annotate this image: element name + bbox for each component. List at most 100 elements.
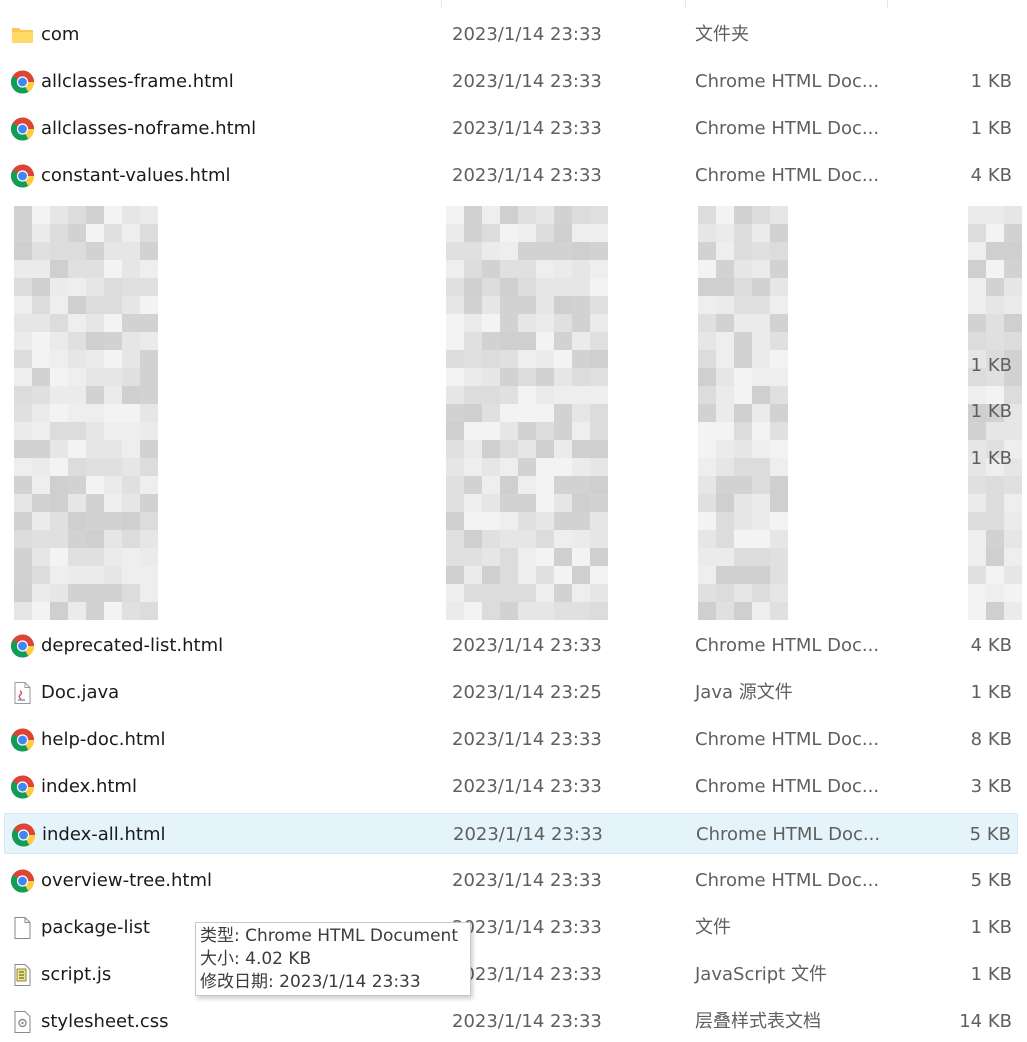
file-row[interactable]: allclasses-noframe.html 2023/1/14 23:33 Ch…	[4, 108, 1018, 149]
file-name: overview-tree.html	[41, 870, 213, 891]
blur-pixel	[986, 206, 1004, 224]
blur-pixel	[446, 512, 464, 530]
blur-pixel	[68, 206, 86, 224]
chrome-icon	[11, 823, 36, 847]
blur-pixel	[986, 314, 1004, 332]
blur-pixel	[590, 458, 608, 476]
blur-pixel	[482, 314, 500, 332]
blur-pixel	[86, 548, 104, 566]
blur-pixel	[104, 260, 122, 278]
blur-pixel	[734, 332, 752, 350]
file-row[interactable]: index.html 2023/1/14 23:33 Chrome HTML Doc…	[4, 766, 1018, 807]
blur-pixel	[986, 242, 1004, 260]
blur-pixel	[500, 296, 518, 314]
file-row[interactable]: constant-values.html 2023/1/14 23:33 Chrom…	[4, 155, 1018, 196]
blur-pixel	[734, 440, 752, 458]
blur-pixel	[500, 368, 518, 386]
file-name: package-list	[41, 917, 150, 938]
blur-pixel	[770, 512, 788, 530]
blur-pixel	[500, 314, 518, 332]
blur-pixel	[536, 602, 554, 620]
blur-pixel	[32, 206, 50, 224]
blur-pixel	[140, 458, 158, 476]
blur-pixel	[86, 476, 104, 494]
blur-pixel	[140, 260, 158, 278]
blur-pixel	[572, 548, 590, 566]
blur-pixel	[734, 476, 752, 494]
file-row[interactable]: com 2023/1/14 23:33 文件夹	[4, 14, 1018, 55]
blur-pixel	[122, 314, 140, 332]
blur-pixel	[716, 494, 734, 512]
file-row[interactable]: script.js 2023/1/14 23:33 JavaScript 文件 1 K…	[4, 954, 1018, 995]
blur-pixel	[14, 422, 32, 440]
blur-pixel	[968, 602, 986, 620]
blur-pixel	[68, 494, 86, 512]
blur-pixel	[770, 296, 788, 314]
blur-pixel	[68, 476, 86, 494]
blur-pixel	[770, 602, 788, 620]
blur-pixel	[32, 476, 50, 494]
blur-pixel	[104, 476, 122, 494]
blur-pixel	[734, 368, 752, 386]
blur-pixel	[698, 332, 716, 350]
chrome-icon	[10, 775, 35, 799]
blur-pixel	[104, 422, 122, 440]
blur-pixel	[104, 548, 122, 566]
blur-pixel	[572, 206, 590, 224]
blur-pixel	[140, 494, 158, 512]
blur-pixel	[770, 530, 788, 548]
blur-pixel	[446, 458, 464, 476]
blur-pixel	[500, 278, 518, 296]
file-row[interactable]: deprecated-list.html 2023/1/14 23:33 Chrom…	[4, 625, 1018, 666]
blur-pixel	[140, 602, 158, 620]
blur-pixel	[482, 332, 500, 350]
blur-pixel	[770, 440, 788, 458]
blur-pixel	[698, 260, 716, 278]
file-row[interactable]: overview-tree.html 2023/1/14 23:33 Chrome …	[4, 860, 1018, 901]
file-row[interactable]: allclasses-frame.html 2023/1/14 23:33 Chro…	[4, 61, 1018, 102]
blur-pixel	[68, 368, 86, 386]
blur-pixel	[752, 296, 770, 314]
blur-pixel	[122, 458, 140, 476]
file-row[interactable]: package-list 2023/1/14 23:33 文件 1 KB	[4, 907, 1018, 948]
blur-pixel	[482, 602, 500, 620]
blur-pixel	[536, 368, 554, 386]
blur-pixel	[716, 404, 734, 422]
blur-pixel	[1004, 566, 1022, 584]
blur-pixel	[122, 206, 140, 224]
blur-pixel	[122, 566, 140, 584]
blur-pixel	[518, 242, 536, 260]
blur-pixel	[500, 386, 518, 404]
blur-pixel	[752, 224, 770, 242]
blur-pixel	[446, 368, 464, 386]
blur-pixel	[122, 224, 140, 242]
blur-pixel	[536, 350, 554, 368]
blur-pixel	[68, 440, 86, 458]
blur-pixel	[698, 242, 716, 260]
blur-pixel	[32, 566, 50, 584]
blur-pixel	[500, 458, 518, 476]
blur-pixel	[518, 476, 536, 494]
blur-pixel	[50, 584, 68, 602]
blur-pixel	[14, 584, 32, 602]
file-row[interactable]: Doc.java 2023/1/14 23:25 Java 源文件 1 KB	[4, 672, 1018, 713]
file-row[interactable]: stylesheet.css 2023/1/14 23:33 层叠样式表文档 14 K…	[4, 1001, 1018, 1042]
blur-pixel	[770, 224, 788, 242]
blur-pixel	[482, 206, 500, 224]
blur-pixel	[464, 476, 482, 494]
blur-pixel	[572, 530, 590, 548]
blur-pixel	[68, 566, 86, 584]
column-separator	[685, 0, 686, 8]
blur-pixel	[752, 278, 770, 296]
blur-pixel	[716, 422, 734, 440]
blur-pixel	[968, 476, 986, 494]
blur-pixel	[14, 332, 32, 350]
blur-pixel	[86, 530, 104, 548]
file-row[interactable]: index-all.html 2023/1/14 23:33 Chrome HTML…	[4, 813, 1018, 854]
file-name: index.html	[41, 776, 137, 797]
blur-pixel	[14, 260, 32, 278]
blur-pixel	[50, 440, 68, 458]
blur-pixel	[518, 386, 536, 404]
file-row[interactable]: help-doc.html 2023/1/14 23:33 Chrome HTML …	[4, 719, 1018, 760]
blur-pixel	[968, 332, 986, 350]
